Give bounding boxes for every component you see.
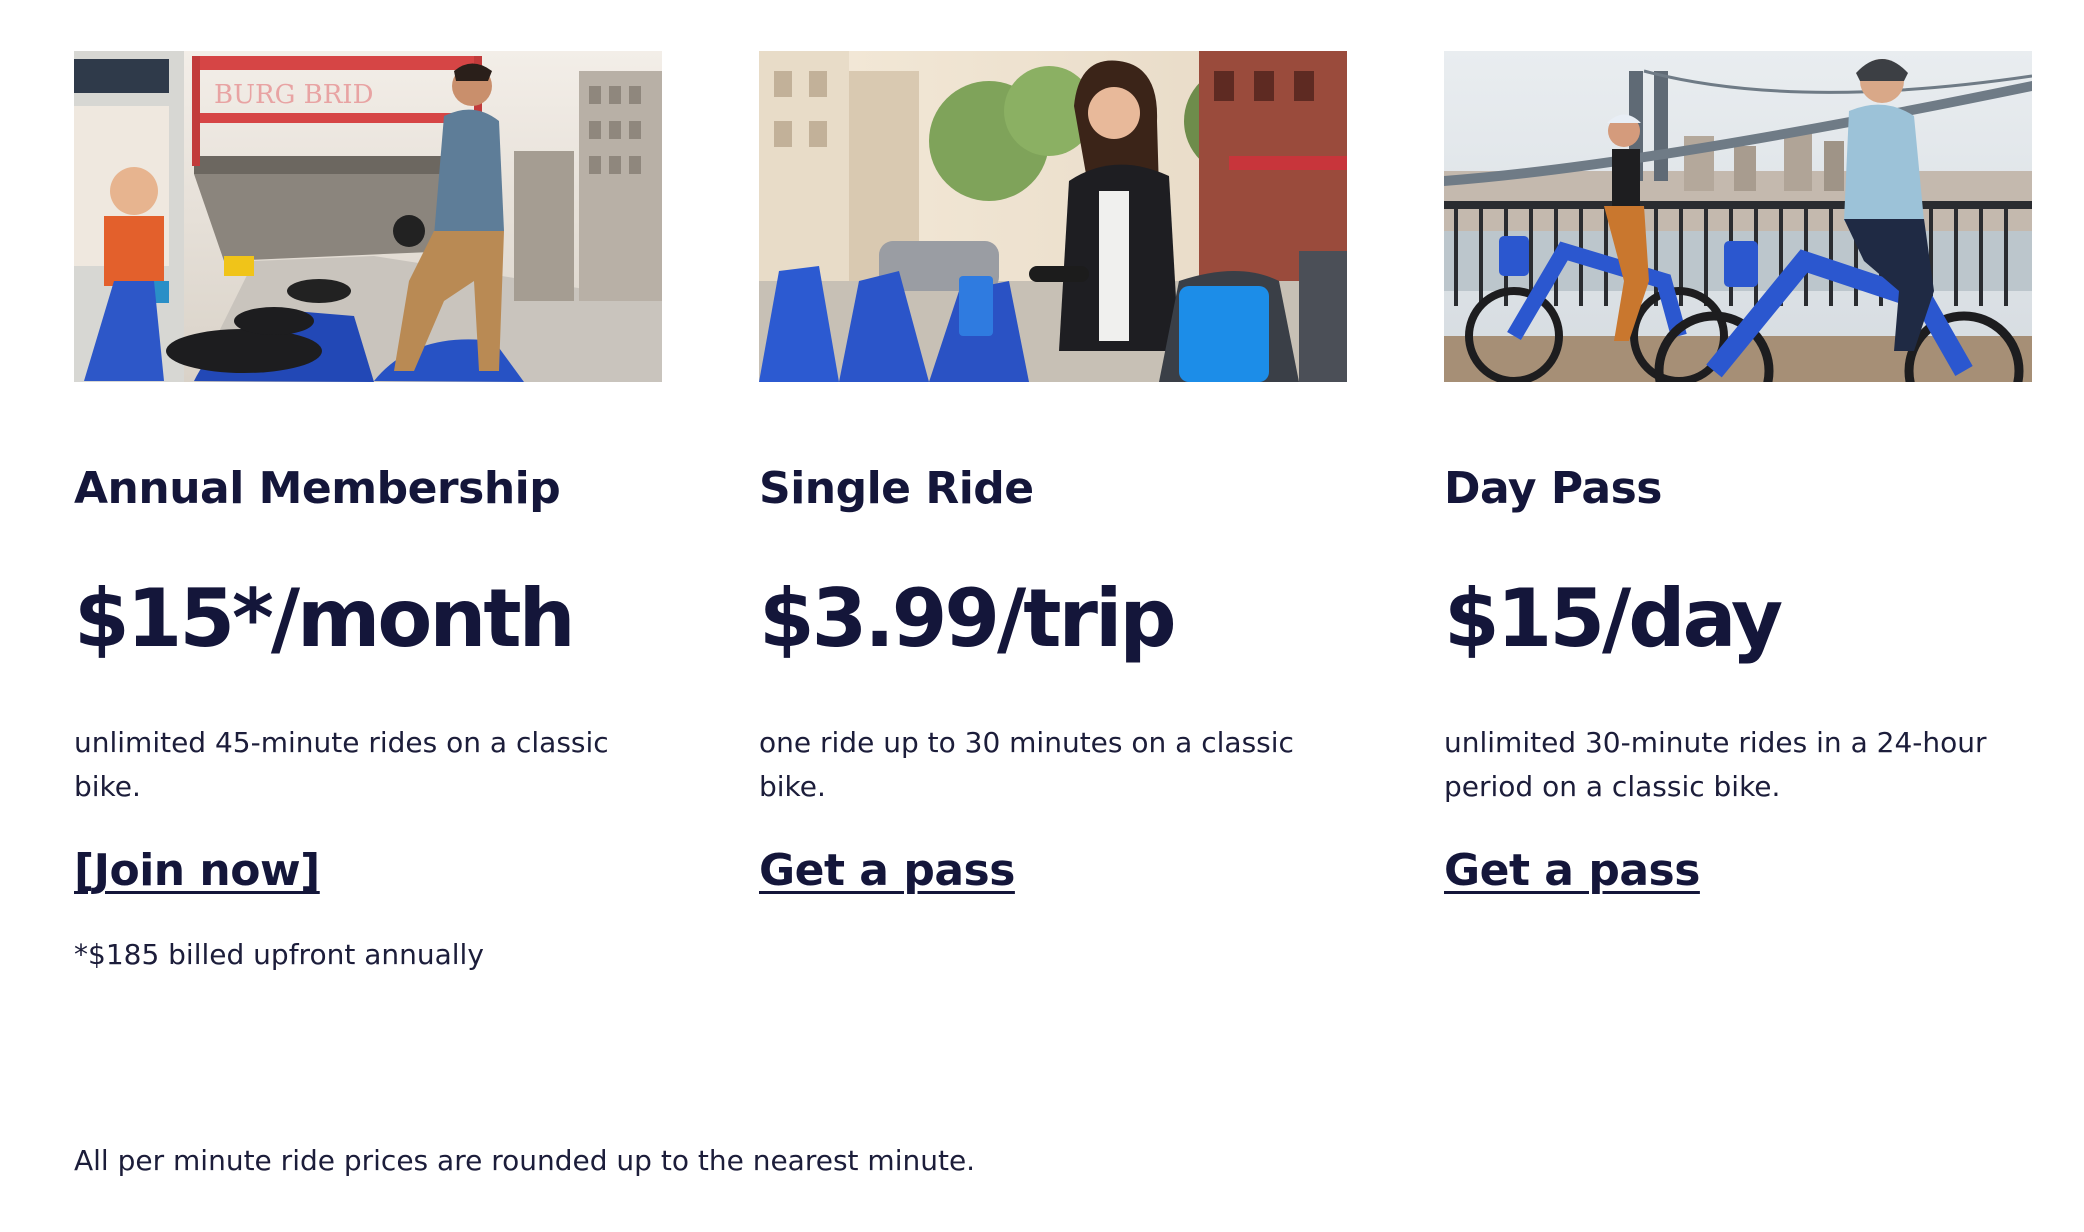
plan-photo-day-pass	[1444, 51, 2032, 382]
plan-price: $15*/month	[74, 572, 576, 665]
plan-description: unlimited 45-minute rides on a classic b…	[74, 726, 609, 803]
plan-card-single-ride: Single Ride $3.99/trip one ride up to 30…	[759, 51, 1347, 973]
plan-description: one ride up to 30 minutes on a classic b…	[759, 726, 1294, 803]
pricing-plans: BURG BRID Annual Membership $15*/month u…	[74, 51, 2032, 973]
plan-billing-note: *$185 billed upfront annually	[74, 938, 484, 971]
plan-photo-annual-membership: BURG BRID	[74, 51, 662, 382]
pricing-footnote: All per minute ride prices are rounded u…	[74, 1144, 976, 1177]
plan-title: Annual Membership	[74, 463, 561, 514]
plan-photo-single-ride	[759, 51, 1347, 382]
get-a-pass-single-ride-link[interactable]: Get a pass	[759, 843, 1015, 899]
plan-price: $3.99/trip	[759, 572, 1177, 665]
plan-title: Day Pass	[1444, 463, 1663, 514]
plan-description: unlimited 30-minute rides in a 24-hour p…	[1444, 726, 1987, 803]
plan-card-annual-membership: BURG BRID Annual Membership $15*/month u…	[74, 51, 662, 973]
plan-price: $15/day	[1444, 572, 1783, 665]
get-a-pass-day-pass-link[interactable]: Get a pass	[1444, 843, 1700, 899]
svg-text:BURG BRID: BURG BRID	[214, 80, 373, 110]
join-now-link[interactable]: [Join now]	[74, 843, 320, 899]
plan-card-day-pass: Day Pass $15/day unlimited 30-minute rid…	[1444, 51, 2032, 973]
plan-title: Single Ride	[759, 463, 1034, 514]
